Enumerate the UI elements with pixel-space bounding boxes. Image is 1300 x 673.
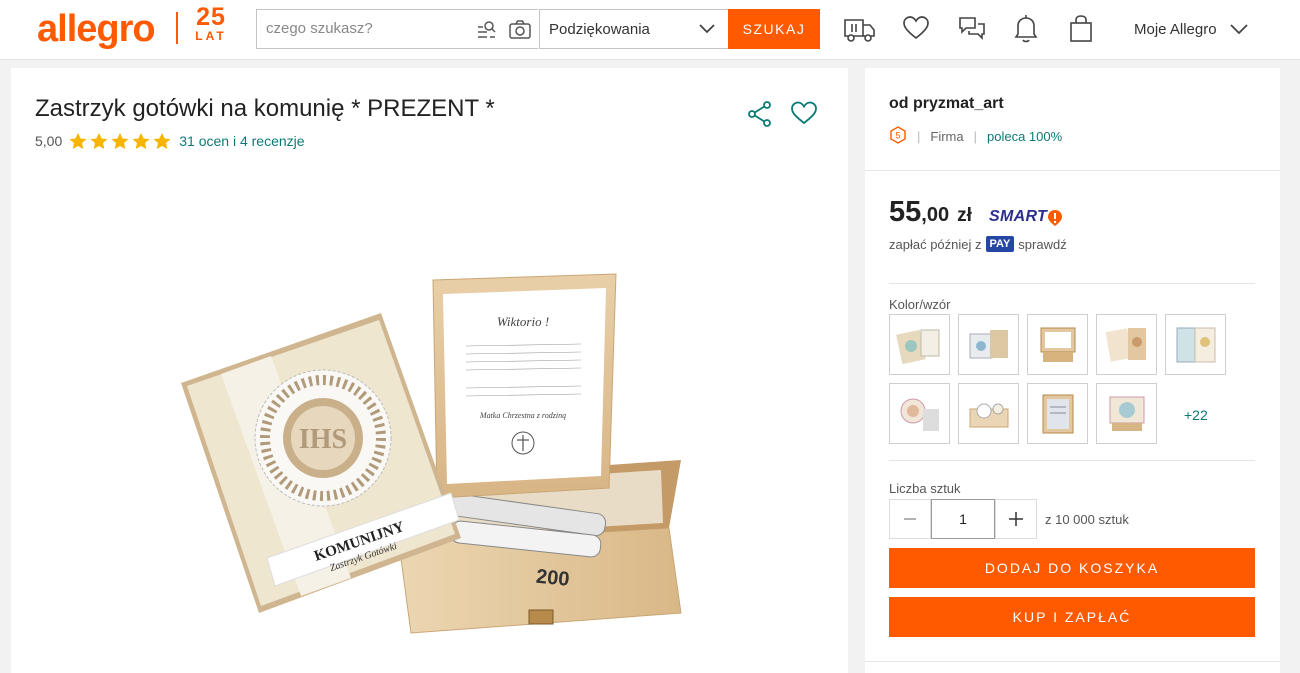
image-card-signature: Matka Chrzestna z rodziną [479, 411, 566, 420]
pay-later-text: zapłać później z [889, 236, 982, 252]
share-icon[interactable] [746, 100, 774, 133]
chevron-down-icon[interactable] [1229, 21, 1249, 42]
svg-text:IHS: IHS [299, 424, 347, 455]
price-currency: zł [957, 205, 972, 226]
color-label: Kolor/wzór [889, 297, 951, 312]
quantity-input[interactable] [931, 499, 995, 539]
category-select-value: Podziękowania [549, 21, 650, 38]
seller-type: Firma [930, 129, 964, 144]
product-panel: Zastrzyk gotówki na komunię * PREZENT * … [11, 68, 848, 673]
meta-separator: | [917, 129, 921, 144]
divider [889, 460, 1255, 461]
divider [865, 661, 1280, 662]
seller-recommend[interactable]: poleca 100% [987, 129, 1062, 144]
star-icon [111, 133, 129, 149]
visual-search-icon[interactable] [476, 19, 498, 46]
star-icon [132, 133, 150, 149]
banknote-denomination: 200 [535, 566, 570, 591]
variant-thumbnail[interactable] [1096, 383, 1157, 444]
camera-icon[interactable] [508, 19, 532, 46]
category-select[interactable]: Podziękowania [539, 9, 729, 49]
more-variants-link[interactable]: +22 [1184, 407, 1208, 423]
pay-later: zapłać później z PAY sprawdź [889, 236, 1067, 252]
super-seller-badge-icon: 5 [889, 126, 907, 147]
product-title: Zastrzyk gotówki na komunię * PREZENT * [35, 95, 495, 122]
star-icon [153, 133, 171, 149]
variant-thumbnail[interactable] [889, 314, 950, 375]
quantity-stepper: z 10 000 sztuk [889, 499, 1129, 539]
meta-separator: | [973, 129, 977, 144]
variant-thumbnail[interactable] [1165, 314, 1226, 375]
variant-thumbnail[interactable] [1027, 383, 1088, 444]
purchase-panel: od pryzmat_art 5 | Firma | poleca 100% 5… [865, 68, 1280, 673]
variant-thumbnail[interactable] [1096, 314, 1157, 375]
chevron-down-icon [698, 22, 716, 41]
top-header: allegro 25 LAT Podziękowania SZUKAJ [0, 0, 1300, 60]
allegro-logo[interactable]: allegro [37, 8, 156, 51]
search-box [256, 9, 538, 49]
my-allegro-menu[interactable]: Moje Allegro [1134, 21, 1217, 38]
seller-name[interactable]: od pryzmat_art [889, 95, 1004, 113]
star-icon [90, 133, 108, 149]
pay-badge: PAY [985, 236, 1015, 252]
rating-stars [68, 132, 173, 150]
ihs-emblem: IHS [254, 369, 392, 507]
product-image[interactable]: 200 Wiktorio ! Matka Chrzestna z rodziną… [161, 238, 701, 648]
logo-divider [176, 12, 178, 44]
star-icon [69, 133, 87, 149]
search-button[interactable]: SZUKAJ [728, 9, 820, 49]
increase-quantity-button[interactable] [995, 499, 1037, 539]
price-integer: 55 [889, 196, 922, 228]
anniversary-number: 25 [196, 3, 226, 31]
quantity-available: z 10 000 sztuk [1045, 511, 1129, 527]
price-decimal: ,00 [921, 204, 950, 226]
delivery-truck-icon[interactable] [843, 14, 877, 49]
pay-later-link[interactable]: sprawdź [1018, 237, 1066, 252]
buy-now-button[interactable]: KUP I ZAPŁAĆ [889, 597, 1255, 637]
smart-badge[interactable]: SMART [989, 208, 1047, 226]
bell-icon[interactable] [1012, 14, 1040, 49]
product-rating: 5,00 31 ocen i 4 recenzje [35, 132, 305, 150]
divider [889, 283, 1255, 284]
price: 55 ,00 zł [889, 196, 972, 229]
minus-icon [904, 518, 916, 520]
favorite-heart-icon[interactable] [790, 100, 818, 131]
variant-thumbnail[interactable] [958, 314, 1019, 375]
search-input[interactable] [266, 20, 466, 37]
heart-icon[interactable] [902, 14, 930, 47]
rating-value: 5,00 [35, 133, 63, 149]
add-to-cart-button[interactable]: DODAJ DO KOSZYKA [889, 548, 1255, 588]
variant-thumbnail[interactable] [889, 383, 950, 444]
variant-thumbnail[interactable] [1027, 314, 1088, 375]
anniversary-word: LAT [195, 29, 227, 43]
plus-icon [1009, 512, 1023, 526]
image-card-title: Wiktorio ! [497, 314, 549, 329]
decrease-quantity-button[interactable] [889, 499, 931, 539]
divider [865, 170, 1280, 171]
variant-thumbnail[interactable] [958, 383, 1019, 444]
svg-text:5: 5 [895, 131, 900, 141]
anniversary-badge: 25 LAT [191, 3, 231, 43]
chat-icon[interactable] [957, 14, 987, 49]
shopping-bag-icon[interactable] [1067, 14, 1095, 49]
smart-alert-icon [1047, 209, 1063, 232]
quantity-label: Liczba sztuk [889, 481, 961, 496]
ratings-link[interactable]: 31 ocen i 4 recenzje [179, 133, 304, 149]
seller-meta: 5 | Firma | poleca 100% [889, 126, 1062, 147]
